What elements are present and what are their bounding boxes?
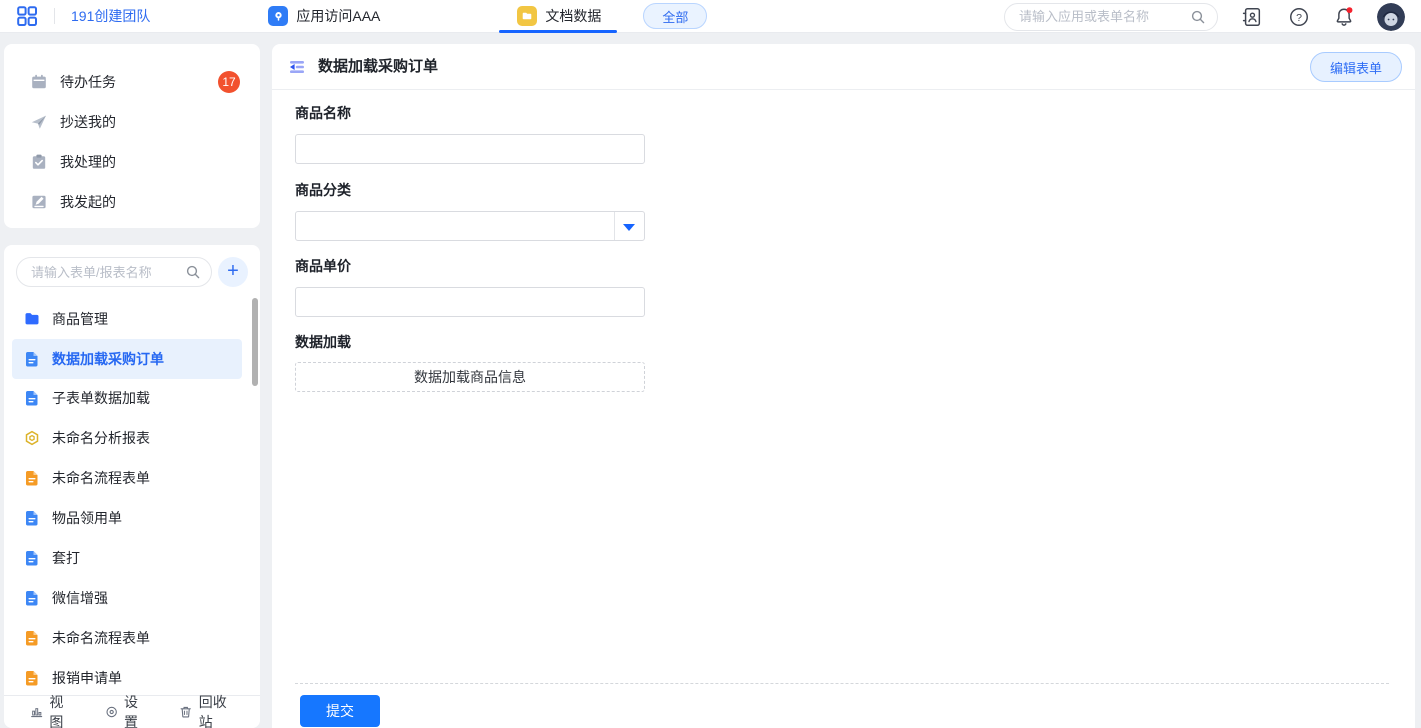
sidebar-task-panel: 待办任务 17 抄送我的 我处理的 我发起的 — [4, 44, 260, 228]
document-icon — [24, 470, 40, 486]
settings-label: 设置 — [124, 692, 147, 728]
settings-icon — [105, 704, 118, 720]
page-title: 数据加载采购订单 — [318, 44, 438, 90]
sidebar-item-label: 未命名流程表单 — [52, 628, 150, 648]
document-icon — [24, 590, 40, 606]
sidebar-item-label: 未命名分析报表 — [52, 428, 150, 448]
filter-all-pill[interactable]: 全部 — [643, 3, 707, 29]
sidebar-item-label: 子表单数据加载 — [52, 388, 150, 408]
form-search[interactable] — [16, 257, 212, 287]
sidebar-item-form[interactable]: 套打 — [12, 538, 242, 578]
document-icon — [24, 390, 40, 406]
edit-doc-icon — [30, 193, 48, 211]
global-search[interactable] — [1004, 3, 1218, 31]
sidebar-item-cc-to-me[interactable]: 抄送我的 — [4, 102, 260, 142]
tab-doc-label: 文档数据 — [545, 6, 601, 26]
active-tab-indicator — [499, 30, 617, 33]
sidebar-item-form[interactable]: 物品领用单 — [12, 498, 242, 538]
select-divider — [614, 212, 615, 240]
edit-form-button[interactable]: 编辑表单 — [1310, 52, 1402, 82]
sidebar-item-label: 抄送我的 — [60, 112, 116, 132]
todo-count-badge: 17 — [218, 71, 240, 93]
sidebar-item-label: 我处理的 — [60, 152, 116, 172]
notification-bell-icon[interactable] — [1332, 5, 1356, 29]
sidebar-item-label: 物品领用单 — [52, 508, 122, 528]
sidebar-item-label: 未命名流程表单 — [52, 468, 150, 488]
sidebar-item-todo-tasks[interactable]: 待办任务 17 — [4, 62, 260, 102]
product-name-input[interactable] — [295, 134, 645, 164]
help-icon[interactable]: ? — [1287, 5, 1311, 29]
sidebar-item-label: 商品管理 — [52, 309, 108, 329]
sidebar-item-form[interactable]: 未命名流程表单 — [12, 458, 242, 498]
add-form-button[interactable]: + — [218, 257, 248, 287]
folder-icon — [517, 6, 537, 26]
search-icon — [1190, 9, 1206, 30]
sidebar-forms-panel: + 商品管理 数据加载采购订单 子 — [4, 245, 260, 728]
sidebar-item-form[interactable]: 未命名流程表单 — [12, 618, 242, 658]
user-avatar[interactable] — [1377, 3, 1405, 31]
field-label-product-category: 商品分类 — [295, 180, 351, 200]
form-view-panel: 数据加载采购订单 编辑表单 商品名称 商品分类 商品单价 数据加载 数据加载商品… — [272, 44, 1415, 728]
sidebar-footer: 视图 设置 回收站 — [4, 695, 260, 728]
address-book-icon[interactable] — [1240, 5, 1264, 29]
field-label-product-name: 商品名称 — [295, 103, 351, 123]
bar-chart-icon — [30, 704, 43, 720]
sidebar-item-form[interactable]: 子表单数据加载 — [12, 378, 242, 418]
sidebar-item-label: 待办任务 — [60, 72, 116, 92]
document-icon — [24, 670, 40, 686]
divider — [54, 8, 55, 24]
clipboard-check-icon — [30, 153, 48, 171]
product-category-select[interactable] — [295, 211, 645, 241]
apps-grid-icon[interactable] — [14, 3, 40, 29]
sidebar-item-form[interactable]: 微信增强 — [12, 578, 242, 618]
document-icon — [24, 510, 40, 526]
submit-button[interactable]: 提交 — [300, 695, 380, 727]
trash-icon — [179, 704, 192, 720]
sidebar-item-label: 报销申请单 — [52, 668, 122, 688]
search-icon — [185, 264, 201, 285]
send-icon — [30, 113, 48, 131]
views-label: 视图 — [49, 692, 72, 728]
sidebar-item-handled-by-me[interactable]: 我处理的 — [4, 142, 260, 182]
views-button[interactable]: 视图 — [30, 692, 73, 728]
document-icon — [24, 630, 40, 646]
calendar-icon — [30, 73, 48, 91]
sidebar-item-report[interactable]: 未命名分析报表 — [12, 418, 242, 458]
field-label-data-load: 数据加载 — [295, 332, 351, 352]
sidebar-item-label: 微信增强 — [52, 588, 108, 608]
sidebar-item-folder[interactable]: 商品管理 — [12, 299, 242, 339]
collapse-sidebar-icon[interactable] — [287, 57, 307, 77]
tab-doc-data[interactable]: 文档数据 — [517, 0, 601, 33]
top-bar: 191创建团队 应用访问AAA 文档数据 全部 — [0, 0, 1421, 33]
tab-app-label: 应用访问AAA — [296, 6, 380, 26]
sidebar-item-label: 套打 — [52, 548, 80, 568]
submit-divider — [295, 683, 1389, 684]
tab-app-access[interactable]: 应用访问AAA — [268, 0, 380, 33]
settings-button[interactable]: 设置 — [105, 692, 148, 728]
svg-text:?: ? — [1296, 11, 1302, 23]
team-name-link[interactable]: 191创建团队 — [71, 6, 150, 26]
recycle-bin-button[interactable]: 回收站 — [179, 692, 234, 728]
document-icon — [24, 550, 40, 566]
sidebar-item-label: 数据加载采购订单 — [52, 349, 164, 369]
sidebar-scrollbar[interactable] — [252, 298, 258, 386]
chevron-down-icon — [623, 224, 635, 231]
report-icon — [24, 430, 40, 446]
form-search-input[interactable] — [31, 265, 181, 280]
product-price-input[interactable] — [295, 287, 645, 317]
field-label-product-price: 商品单价 — [295, 256, 351, 276]
sidebar-item-label: 我发起的 — [60, 192, 116, 212]
folder-icon — [24, 311, 40, 327]
document-icon — [24, 351, 40, 367]
form-header: 数据加载采购订单 编辑表单 — [272, 44, 1415, 90]
global-search-input[interactable] — [1019, 9, 1189, 24]
data-load-button[interactable]: 数据加载商品信息 — [295, 362, 645, 392]
app-icon — [268, 6, 288, 26]
sidebar-item-started-by-me[interactable]: 我发起的 — [4, 182, 260, 222]
recycle-bin-label: 回收站 — [199, 692, 234, 728]
sidebar-item-form-selected[interactable]: 数据加载采购订单 — [12, 339, 242, 379]
